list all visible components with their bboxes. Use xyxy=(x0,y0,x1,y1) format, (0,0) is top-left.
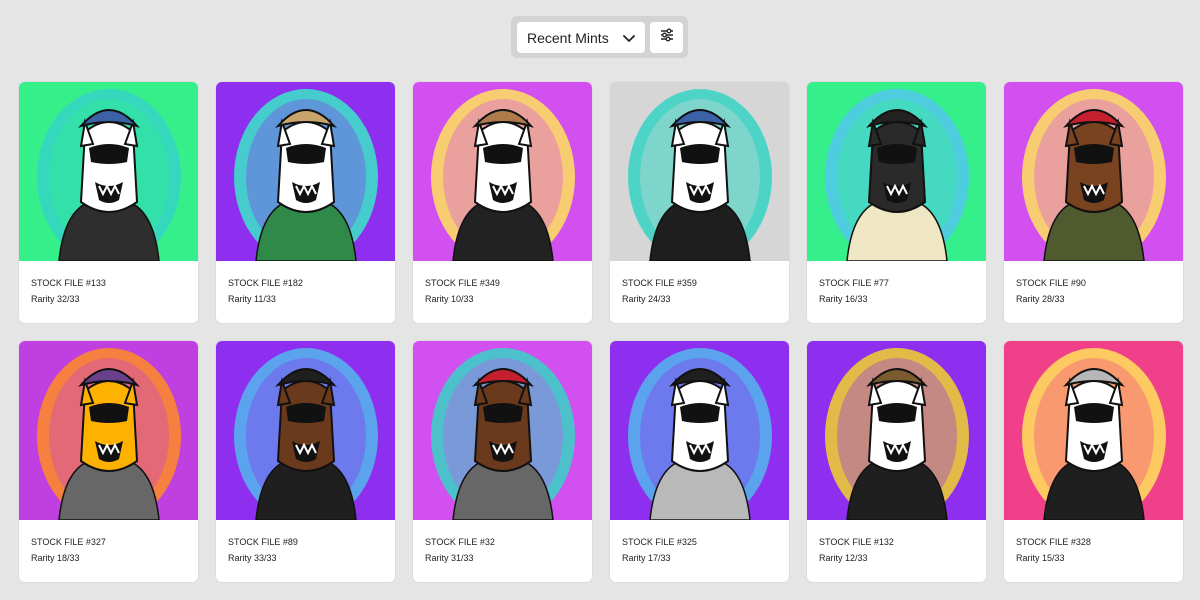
nft-title: STOCK FILE #133 xyxy=(31,278,106,288)
nft-rarity: Rarity 33/33 xyxy=(228,553,277,563)
nft-title: STOCK FILE #359 xyxy=(622,278,697,288)
nft-card[interactable]: STOCK FILE #325 Rarity 17/33 xyxy=(610,341,789,582)
nft-rarity: Rarity 28/33 xyxy=(1016,294,1065,304)
nft-title: STOCK FILE #182 xyxy=(228,278,303,288)
nft-rarity: Rarity 18/33 xyxy=(31,553,80,563)
nft-card[interactable]: STOCK FILE #132 Rarity 12/33 xyxy=(807,341,986,582)
nft-image xyxy=(216,341,395,520)
nft-card-info: STOCK FILE #359 Rarity 24/33 xyxy=(610,261,789,307)
nft-card[interactable]: STOCK FILE #133 Rarity 32/33 xyxy=(19,82,198,323)
nft-image xyxy=(807,82,986,261)
nft-rarity: Rarity 11/33 xyxy=(228,294,276,304)
nft-card-info: STOCK FILE #325 Rarity 17/33 xyxy=(610,520,789,566)
chevron-down-icon xyxy=(623,30,635,46)
nft-card-info: STOCK FILE #90 Rarity 28/33 xyxy=(1004,261,1183,307)
nft-image xyxy=(1004,341,1183,520)
filter-button[interactable] xyxy=(650,22,683,53)
nft-card-info: STOCK FILE #328 Rarity 15/33 xyxy=(1004,520,1183,566)
nft-rarity: Rarity 16/33 xyxy=(819,294,868,304)
nft-card-info: STOCK FILE #349 Rarity 10/33 xyxy=(413,261,592,307)
nft-title: STOCK FILE #327 xyxy=(31,537,106,547)
nft-image xyxy=(610,82,789,261)
nft-card-info: STOCK FILE #32 Rarity 31/33 xyxy=(413,520,592,566)
nft-image xyxy=(19,82,198,261)
nft-rarity: Rarity 15/33 xyxy=(1016,553,1065,563)
nft-rarity: Rarity 10/33 xyxy=(425,294,474,304)
toolbar: Recent Mints xyxy=(511,16,688,58)
nft-card-info: STOCK FILE #182 Rarity 11/33 xyxy=(216,261,395,307)
nft-grid: STOCK FILE #133 Rarity 32/33 STOCK FILE #… xyxy=(19,82,1183,582)
nft-card-info: STOCK FILE #89 Rarity 33/33 xyxy=(216,520,395,566)
nft-title: STOCK FILE #349 xyxy=(425,278,500,288)
nft-card-info: STOCK FILE #77 Rarity 16/33 xyxy=(807,261,986,307)
nft-image xyxy=(216,82,395,261)
nft-image xyxy=(1004,82,1183,261)
sort-dropdown-label: Recent Mints xyxy=(527,29,609,46)
nft-rarity: Rarity 31/33 xyxy=(425,553,474,563)
nft-image xyxy=(19,341,198,520)
nft-card[interactable]: STOCK FILE #349 Rarity 10/33 xyxy=(413,82,592,323)
sliders-icon xyxy=(660,28,674,47)
nft-title: STOCK FILE #32 xyxy=(425,537,495,547)
nft-title: STOCK FILE #325 xyxy=(622,537,697,547)
nft-card-info: STOCK FILE #327 Rarity 18/33 xyxy=(19,520,198,566)
nft-card[interactable]: STOCK FILE #89 Rarity 33/33 xyxy=(216,341,395,582)
nft-card-info: STOCK FILE #133 Rarity 32/33 xyxy=(19,261,198,307)
nft-rarity: Rarity 12/33 xyxy=(819,553,868,563)
nft-rarity: Rarity 24/33 xyxy=(622,294,671,304)
nft-rarity: Rarity 32/33 xyxy=(31,294,80,304)
nft-card[interactable]: STOCK FILE #328 Rarity 15/33 xyxy=(1004,341,1183,582)
nft-card[interactable]: STOCK FILE #90 Rarity 28/33 xyxy=(1004,82,1183,323)
nft-card-info: STOCK FILE #132 Rarity 12/33 xyxy=(807,520,986,566)
nft-image xyxy=(807,341,986,520)
nft-card[interactable]: STOCK FILE #182 Rarity 11/33 xyxy=(216,82,395,323)
nft-card[interactable]: STOCK FILE #77 Rarity 16/33 xyxy=(807,82,986,323)
nft-image xyxy=(413,341,592,520)
nft-title: STOCK FILE #328 xyxy=(1016,537,1091,547)
sort-dropdown[interactable]: Recent Mints xyxy=(517,22,645,53)
nft-card[interactable]: STOCK FILE #359 Rarity 24/33 xyxy=(610,82,789,323)
nft-title: STOCK FILE #89 xyxy=(228,537,298,547)
nft-rarity: Rarity 17/33 xyxy=(622,553,671,563)
nft-title: STOCK FILE #132 xyxy=(819,537,894,547)
nft-card[interactable]: STOCK FILE #327 Rarity 18/33 xyxy=(19,341,198,582)
nft-image xyxy=(413,82,592,261)
nft-image xyxy=(610,341,789,520)
nft-title: STOCK FILE #90 xyxy=(1016,278,1086,288)
nft-title: STOCK FILE #77 xyxy=(819,278,889,288)
nft-card[interactable]: STOCK FILE #32 Rarity 31/33 xyxy=(413,341,592,582)
